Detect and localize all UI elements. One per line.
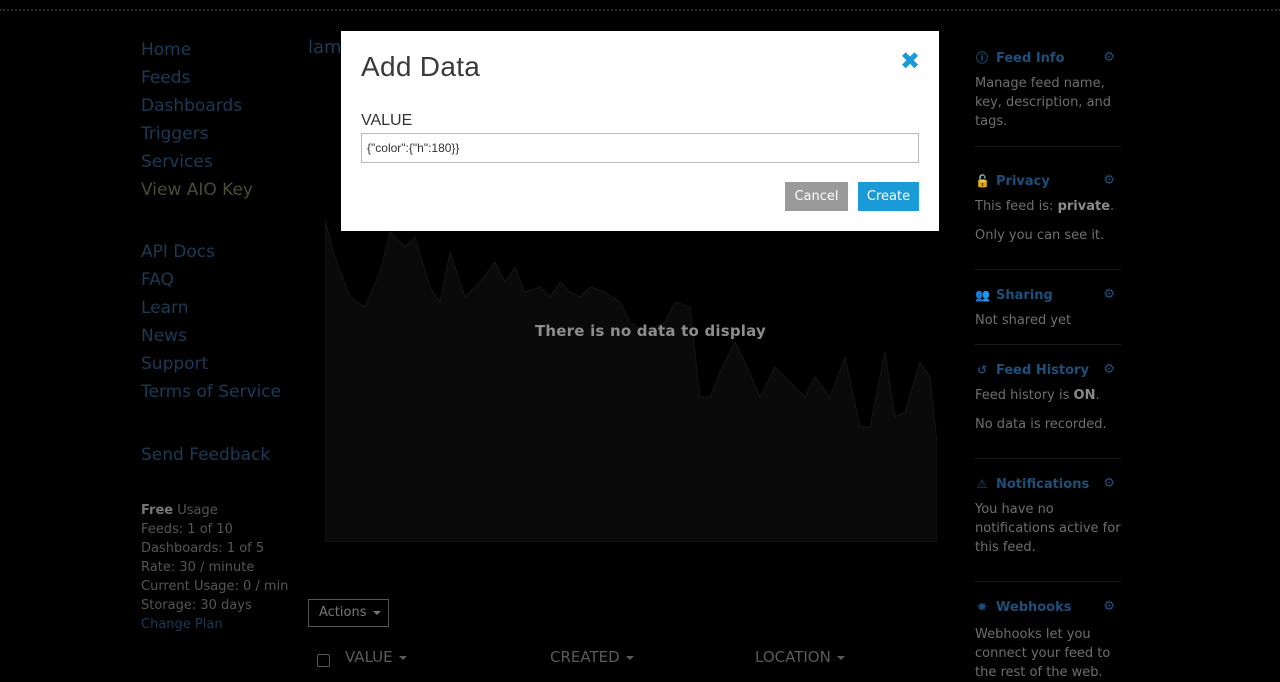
create-button[interactable]: Create	[858, 182, 919, 211]
usage-plan-suffix: Usage	[173, 503, 218, 518]
gear-icon[interactable]: ⚙	[1103, 361, 1115, 379]
privacy-status: private	[1057, 199, 1111, 214]
nav-api-docs[interactable]: API Docs	[141, 238, 281, 266]
unlock-icon: 🔓	[975, 174, 990, 188]
value-input[interactable]	[361, 133, 919, 163]
sidebar-divider	[975, 269, 1121, 270]
gear-icon[interactable]: ⚙	[1103, 286, 1115, 304]
history-title: Feed History	[996, 363, 1089, 378]
webhooks-icon: ✸	[976, 600, 988, 614]
actions-dropdown[interactable]: Actions	[308, 599, 389, 627]
caret-down-icon	[836, 655, 845, 660]
feed-info-title: Feed Info	[996, 51, 1065, 66]
actions-label: Actions	[319, 605, 367, 620]
column-header-value[interactable]: VALUE	[345, 648, 407, 666]
users-icon: 👥	[975, 288, 990, 302]
column-header-location[interactable]: LOCATION	[755, 648, 845, 666]
send-feedback-link[interactable]: Send Feedback	[141, 441, 270, 469]
left-nav: Home Feeds Dashboards Triggers Services …	[141, 36, 301, 204]
privacy-header[interactable]: 🔓 Privacy ⚙	[975, 172, 1121, 191]
gear-icon[interactable]: ⚙	[1103, 598, 1115, 616]
usage-current: Current Usage: 0 / min	[141, 579, 289, 594]
feed-title: lam	[308, 37, 342, 58]
feed-info-header[interactable]: ⓘ Feed Info ⚙	[975, 49, 1121, 68]
privacy-note: Only you can see it.	[975, 228, 1105, 243]
privacy-title: Privacy	[996, 174, 1050, 189]
history-note: No data is recorded.	[975, 417, 1107, 432]
change-plan-link[interactable]: Change Plan	[141, 617, 223, 632]
sidebar-feed-history: ↺ Feed History ⚙ Feed history is ON. No da…	[975, 361, 1121, 434]
gear-icon[interactable]: ⚙	[1103, 172, 1115, 190]
caret-down-icon	[372, 610, 381, 615]
select-all-checkbox[interactable]	[317, 654, 330, 667]
nav-services[interactable]: Services	[141, 148, 301, 176]
sidebar-divider	[975, 344, 1121, 345]
value-field-label: VALUE	[361, 112, 413, 129]
sharing-header[interactable]: 👥 Sharing ⚙	[975, 286, 1121, 305]
notifications-title: Notifications	[996, 477, 1090, 492]
feed-info-text: Manage feed name, key, description, and …	[975, 76, 1112, 129]
webhooks-header[interactable]: ✸ Webhooks ⚙	[975, 598, 1121, 617]
history-header[interactable]: ↺ Feed History ⚙	[975, 361, 1121, 380]
history-icon: ↺	[976, 363, 988, 377]
nav-support[interactable]: Support	[141, 350, 281, 378]
no-data-message: There is no data to display	[535, 322, 766, 340]
history-status: ON	[1073, 388, 1096, 403]
webhooks-title: Webhooks	[996, 600, 1072, 615]
nav-home[interactable]: Home	[141, 36, 301, 64]
info-icon: ⓘ	[975, 51, 988, 65]
nav-view-aio-key[interactable]: View AIO Key	[141, 176, 301, 204]
modal-title: Add Data	[361, 51, 481, 82]
nav-faq[interactable]: FAQ	[141, 266, 281, 294]
history-suffix: .	[1095, 388, 1100, 403]
usage-plan-name: Free	[141, 503, 174, 518]
warning-icon: ⚠	[976, 477, 988, 491]
history-prefix: Feed history is	[975, 388, 1074, 403]
sharing-title: Sharing	[996, 288, 1053, 303]
nav-triggers[interactable]: Triggers	[141, 120, 301, 148]
caret-down-icon	[625, 655, 634, 660]
sidebar-divider	[975, 146, 1121, 147]
nav-news[interactable]: News	[141, 322, 281, 350]
notifications-text: You have no notifications active for thi…	[975, 502, 1121, 555]
feed-chart-background	[325, 219, 937, 542]
sidebar-feed-info: ⓘ Feed Info ⚙ Manage feed name, key, descr…	[975, 49, 1121, 131]
sidebar-notifications: ⚠ Notifications ⚙ You have no notification…	[975, 475, 1121, 557]
notifications-header[interactable]: ⚠ Notifications ⚙	[975, 475, 1121, 494]
usage-plan: Free Usage	[141, 501, 311, 520]
privacy-suffix: .	[1110, 199, 1115, 214]
left-nav-secondary: API Docs FAQ Learn News Support Terms of…	[141, 238, 281, 406]
cancel-button[interactable]: Cancel	[785, 182, 848, 211]
column-header-location-label: LOCATION	[755, 648, 831, 666]
sidebar-sharing: 👥 Sharing ⚙ Not shared yet	[975, 286, 1121, 330]
close-icon[interactable]: ✖	[900, 49, 920, 73]
nav-terms[interactable]: Terms of Service	[141, 378, 281, 406]
sidebar-divider	[975, 458, 1121, 459]
top-dotted-divider	[0, 9, 1280, 11]
nav-dashboards[interactable]: Dashboards	[141, 92, 301, 120]
sidebar-divider	[975, 581, 1121, 582]
column-header-value-label: VALUE	[345, 648, 393, 666]
webhooks-text: Webhooks let you connect your feed to th…	[975, 627, 1111, 680]
nav-learn[interactable]: Learn	[141, 294, 281, 322]
caret-down-icon	[398, 655, 407, 660]
usage-rate: Rate: 30 / minute	[141, 560, 255, 575]
usage-storage: Storage: 30 days	[141, 598, 252, 613]
gear-icon[interactable]: ⚙	[1103, 49, 1115, 67]
usage-dashboards: Dashboards: 1 of 5	[141, 541, 265, 556]
sharing-text: Not shared yet	[975, 313, 1072, 328]
nav-feedback-wrap: Send Feedback	[141, 441, 270, 469]
gear-icon[interactable]: ⚙	[1103, 475, 1115, 493]
column-header-created[interactable]: CREATED	[550, 648, 634, 666]
add-data-modal: Add Data ✖ VALUE Cancel Create	[341, 31, 939, 231]
usage-feeds: Feeds: 1 of 10	[141, 522, 233, 537]
privacy-status-text: This feed is: private.	[975, 197, 1121, 216]
nav-feeds[interactable]: Feeds	[141, 64, 301, 92]
history-status-text: Feed history is ON.	[975, 386, 1121, 405]
sidebar-webhooks: ✸ Webhooks ⚙ Webhooks let you connect your…	[975, 598, 1121, 682]
column-header-created-label: CREATED	[550, 648, 620, 666]
sidebar-privacy: 🔓 Privacy ⚙ This feed is: private. Only yo…	[975, 172, 1121, 245]
privacy-prefix: This feed is:	[975, 199, 1058, 214]
usage-summary: Free Usage Feeds: 1 of 10 Dashboards: 1 …	[141, 501, 311, 634]
